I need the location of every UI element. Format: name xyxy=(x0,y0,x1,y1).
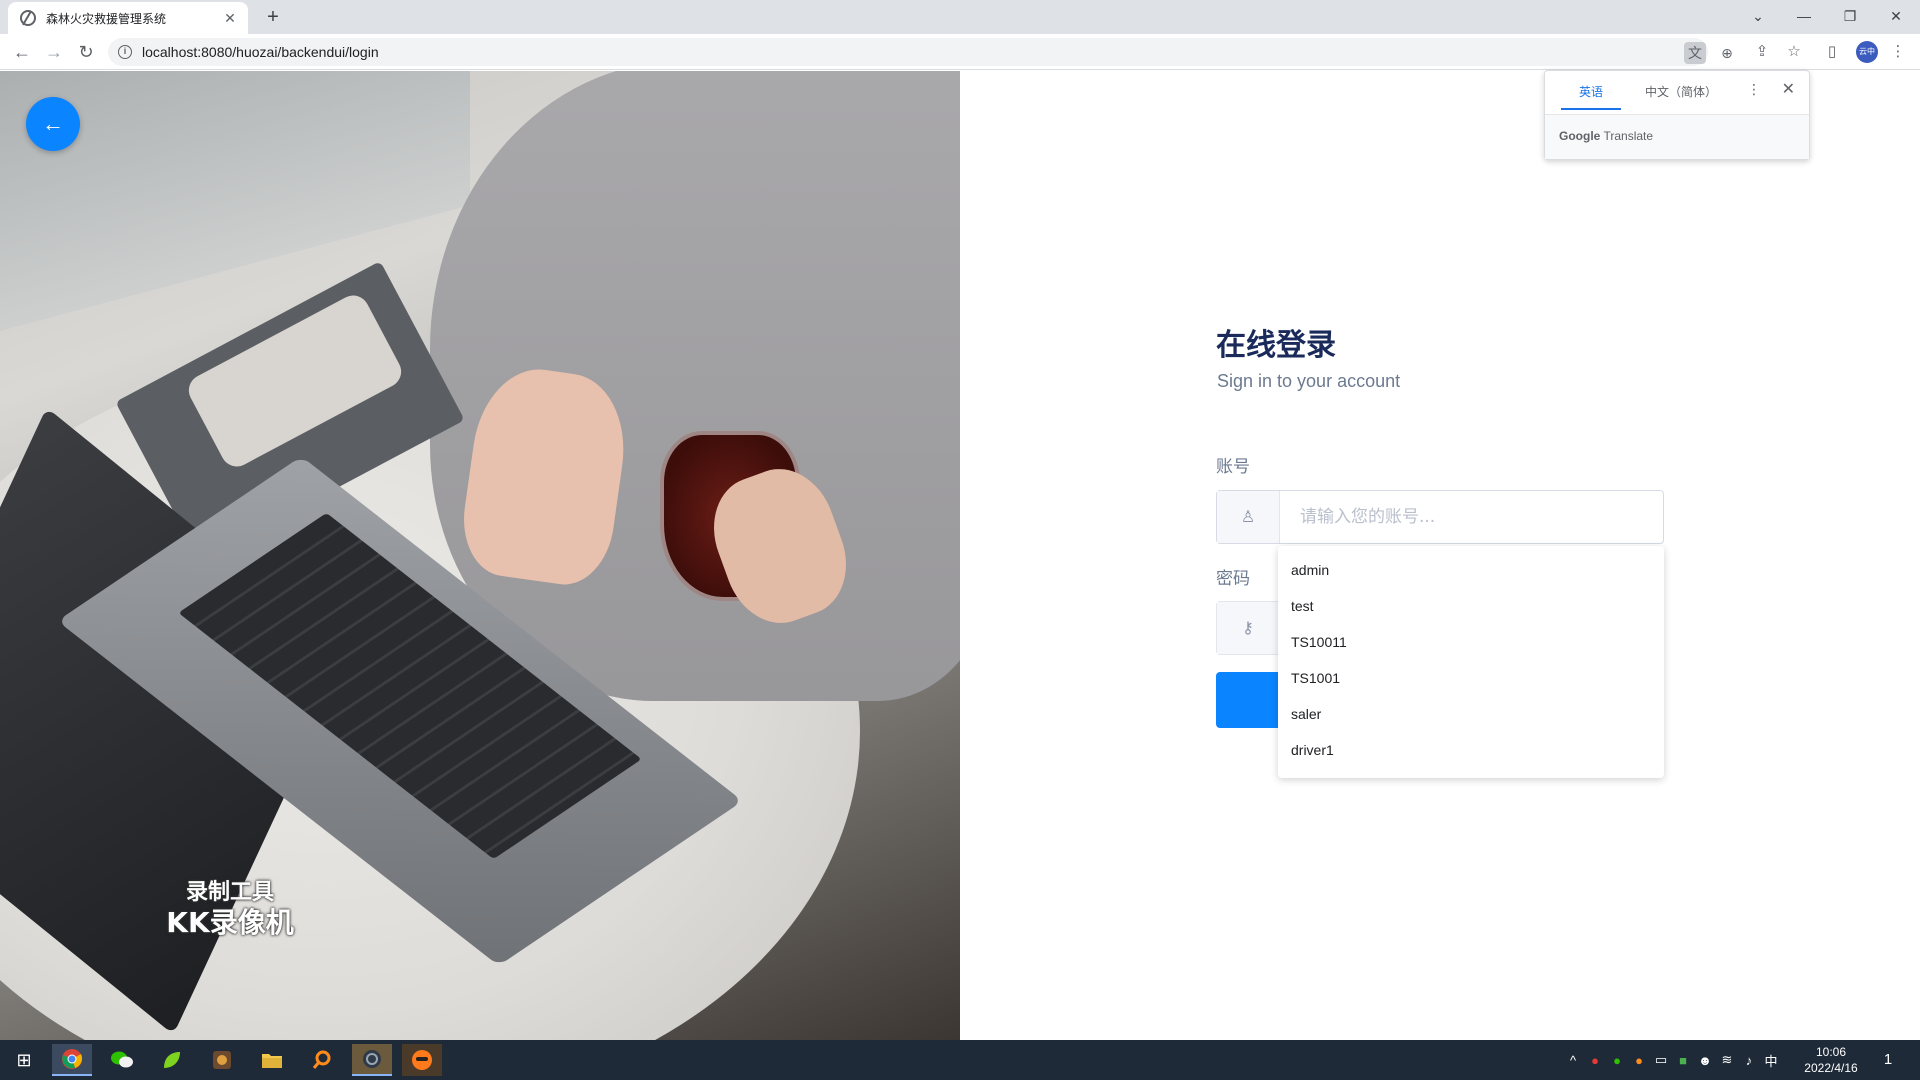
password-label: 密码 xyxy=(1216,569,1250,589)
translate-tab-source[interactable]: 英语 xyxy=(1561,83,1622,110)
game-app-icon[interactable] xyxy=(202,1044,242,1076)
wechat-icon[interactable] xyxy=(102,1044,142,1076)
recorder-app-icon[interactable] xyxy=(402,1044,442,1076)
tab-search-icon[interactable]: ⌄ xyxy=(1746,4,1770,28)
settings-app-icon[interactable] xyxy=(352,1044,392,1076)
account-input[interactable] xyxy=(1280,491,1663,543)
browser-toolbar: ← → ↻ i localhost:8080/huozai/backendui/… xyxy=(0,34,1920,70)
page-subtitle: Sign in to your account xyxy=(1217,371,1401,391)
translate-popup: 英语 中文（简体） ⋮ ✕ Google Translate xyxy=(1544,70,1810,160)
forward-nav-button[interactable]: → xyxy=(42,40,66,64)
translate-footer: Google Translate xyxy=(1545,115,1809,159)
autocomplete-item[interactable]: admin xyxy=(1278,552,1664,588)
key-icon: ⚷ xyxy=(1217,602,1280,654)
search-app-icon[interactable] xyxy=(302,1044,342,1076)
green-app-icon[interactable] xyxy=(152,1044,192,1076)
google-brand: Google xyxy=(1559,129,1601,143)
device-tray-icon[interactable]: ▭ xyxy=(1650,1052,1672,1068)
chrome-icon[interactable] xyxy=(52,1044,92,1076)
more-options-icon[interactable]: ⋮ xyxy=(1747,81,1761,98)
new-tab-button[interactable]: + xyxy=(262,6,284,28)
notification-icon[interactable]: 1 xyxy=(1876,1048,1900,1072)
clock-time: 10:06 xyxy=(1815,1045,1847,1059)
close-icon[interactable]: ✕ xyxy=(1782,79,1795,99)
address-bar[interactable]: i localhost:8080/huozai/backendui/login … xyxy=(108,38,1733,66)
watermark-line-2: KK录像机 xyxy=(166,906,294,939)
translate-tabs: 英语 中文（简体） ⋮ ✕ xyxy=(1545,71,1809,115)
wechat-tray-icon[interactable]: ● xyxy=(1606,1053,1628,1068)
autocomplete-item[interactable]: saler xyxy=(1278,696,1664,732)
minimize-button[interactable]: — xyxy=(1792,4,1816,28)
side-panel-icon[interactable]: ▯ xyxy=(1820,40,1844,64)
windows-taskbar: ⊞ ^ ● ● ● ▭ ■ ☻ ≋ ♪ 中 10:06 2022/4/16 1 xyxy=(0,1040,1920,1080)
reload-button[interactable]: ↻ xyxy=(74,40,98,64)
watermark-line-1: 录制工具 xyxy=(185,880,274,905)
user-icon: ♙ xyxy=(1217,491,1280,543)
wifi-icon[interactable]: ≋ xyxy=(1716,1052,1738,1068)
back-nav-button[interactable]: ← xyxy=(10,40,34,64)
hero-photo xyxy=(0,71,960,1040)
tab-close-icon[interactable]: ✕ xyxy=(222,10,238,27)
autocomplete-item[interactable]: TS10011 xyxy=(1278,624,1664,660)
autocomplete-item[interactable]: test xyxy=(1278,588,1664,624)
system-tray: ^ ● ● ● ▭ ■ ☻ ≋ ♪ 中 xyxy=(1562,1040,1782,1080)
browser-tab[interactable]: 森林火灾救援管理系统 ✕ xyxy=(8,2,248,34)
taskbar-clock[interactable]: 10:06 2022/4/16 xyxy=(1788,1044,1874,1076)
autocomplete-item[interactable]: TS1001 xyxy=(1278,660,1664,696)
window-close-button[interactable]: ✕ xyxy=(1884,4,1908,28)
share-icon[interactable]: ⇪ xyxy=(1750,40,1774,64)
bookmark-star-icon[interactable]: ☆ xyxy=(1782,40,1806,64)
account-label: 账号 xyxy=(1216,457,1250,477)
tray-expand-icon[interactable]: ^ xyxy=(1562,1053,1584,1068)
back-arrow-button[interactable]: ← xyxy=(26,97,80,151)
volume-icon[interactable]: ♪ xyxy=(1738,1053,1760,1068)
autocomplete-item[interactable]: driver1 xyxy=(1278,732,1664,768)
file-explorer-icon[interactable] xyxy=(252,1044,292,1076)
search-tray-icon[interactable]: ● xyxy=(1628,1053,1650,1068)
browser-tab-strip: 森林火灾救援管理系统 ✕ + ⌄ — ❐ ✕ xyxy=(0,0,1920,34)
browser-menu-icon[interactable]: ⋮ xyxy=(1886,40,1910,64)
qq-tray-icon[interactable]: ☻ xyxy=(1694,1053,1716,1068)
restore-button[interactable]: ❐ xyxy=(1838,4,1862,28)
green-tray-icon[interactable]: ■ xyxy=(1672,1053,1694,1068)
clock-date: 2022/4/16 xyxy=(1804,1061,1858,1075)
tab-title: 森林火灾救援管理系统 xyxy=(46,11,167,26)
translate-product: Translate xyxy=(1603,129,1654,143)
ime-indicator[interactable]: 中 xyxy=(1760,1051,1782,1070)
recorder-watermark: 录制工具 KK录像机 xyxy=(160,880,300,940)
zoom-icon[interactable]: ⊕ xyxy=(1716,42,1738,64)
site-info-icon[interactable]: i xyxy=(118,45,132,59)
windows-start-icon[interactable]: ⊞ xyxy=(4,1044,44,1076)
translate-icon[interactable]: 文 xyxy=(1684,42,1706,64)
account-input-group: ♙ xyxy=(1216,490,1664,544)
url-text[interactable]: localhost:8080/huozai/backendui/login xyxy=(142,44,379,60)
antivirus-tray-icon[interactable]: ● xyxy=(1584,1053,1606,1068)
account-autocomplete-list: admin test TS10011 TS1001 saler driver1 xyxy=(1278,546,1664,778)
page-title: 在线登录 xyxy=(1216,328,1336,363)
profile-avatar[interactable]: 云中 xyxy=(1856,41,1878,63)
globe-icon xyxy=(20,10,36,26)
translate-tab-target[interactable]: 中文（简体） xyxy=(1645,83,1717,100)
